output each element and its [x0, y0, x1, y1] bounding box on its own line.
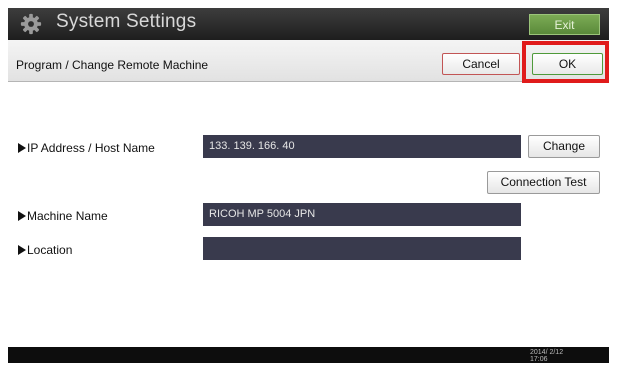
machine-name-field[interactable]: RICOH MP 5004 JPN	[203, 203, 521, 226]
screen: System Settings Exit Program / Change Re…	[8, 8, 609, 363]
machine-name-label-text: Machine Name	[27, 209, 108, 223]
ip-address-field[interactable]: 133. 139. 166. 40	[203, 135, 521, 158]
status-time: 17:06	[530, 356, 548, 363]
location-label-text: Location	[27, 243, 73, 257]
connection-test-button[interactable]: Connection Test	[487, 171, 600, 194]
arrow-right-icon	[18, 143, 26, 153]
ip-address-label: IP Address / Host Name	[18, 141, 155, 155]
location-label: Location	[18, 243, 72, 257]
cancel-button[interactable]: Cancel	[442, 53, 520, 75]
gear-icon	[20, 13, 42, 35]
ok-button[interactable]: OK	[532, 53, 603, 75]
change-button[interactable]: Change	[528, 135, 600, 158]
screen-title: Program / Change Remote Machine	[16, 58, 209, 72]
app-title: System Settings	[56, 11, 197, 32]
ip-address-label-text: IP Address / Host Name	[27, 141, 155, 155]
location-field[interactable]	[203, 237, 521, 260]
title-bar: System Settings Exit	[8, 8, 609, 40]
date-time: 2014/ 2/12 17:06	[530, 349, 563, 363]
status-date: 2014/ 2/12	[530, 349, 564, 356]
exit-button[interactable]: Exit	[529, 14, 600, 35]
subheader: Program / Change Remote Machine Cancel O…	[8, 40, 609, 83]
machine-name-label: Machine Name	[18, 209, 108, 223]
arrow-right-icon	[18, 211, 26, 221]
arrow-right-icon	[18, 245, 26, 255]
status-bar: 2014/ 2/12 17:06	[8, 347, 609, 363]
